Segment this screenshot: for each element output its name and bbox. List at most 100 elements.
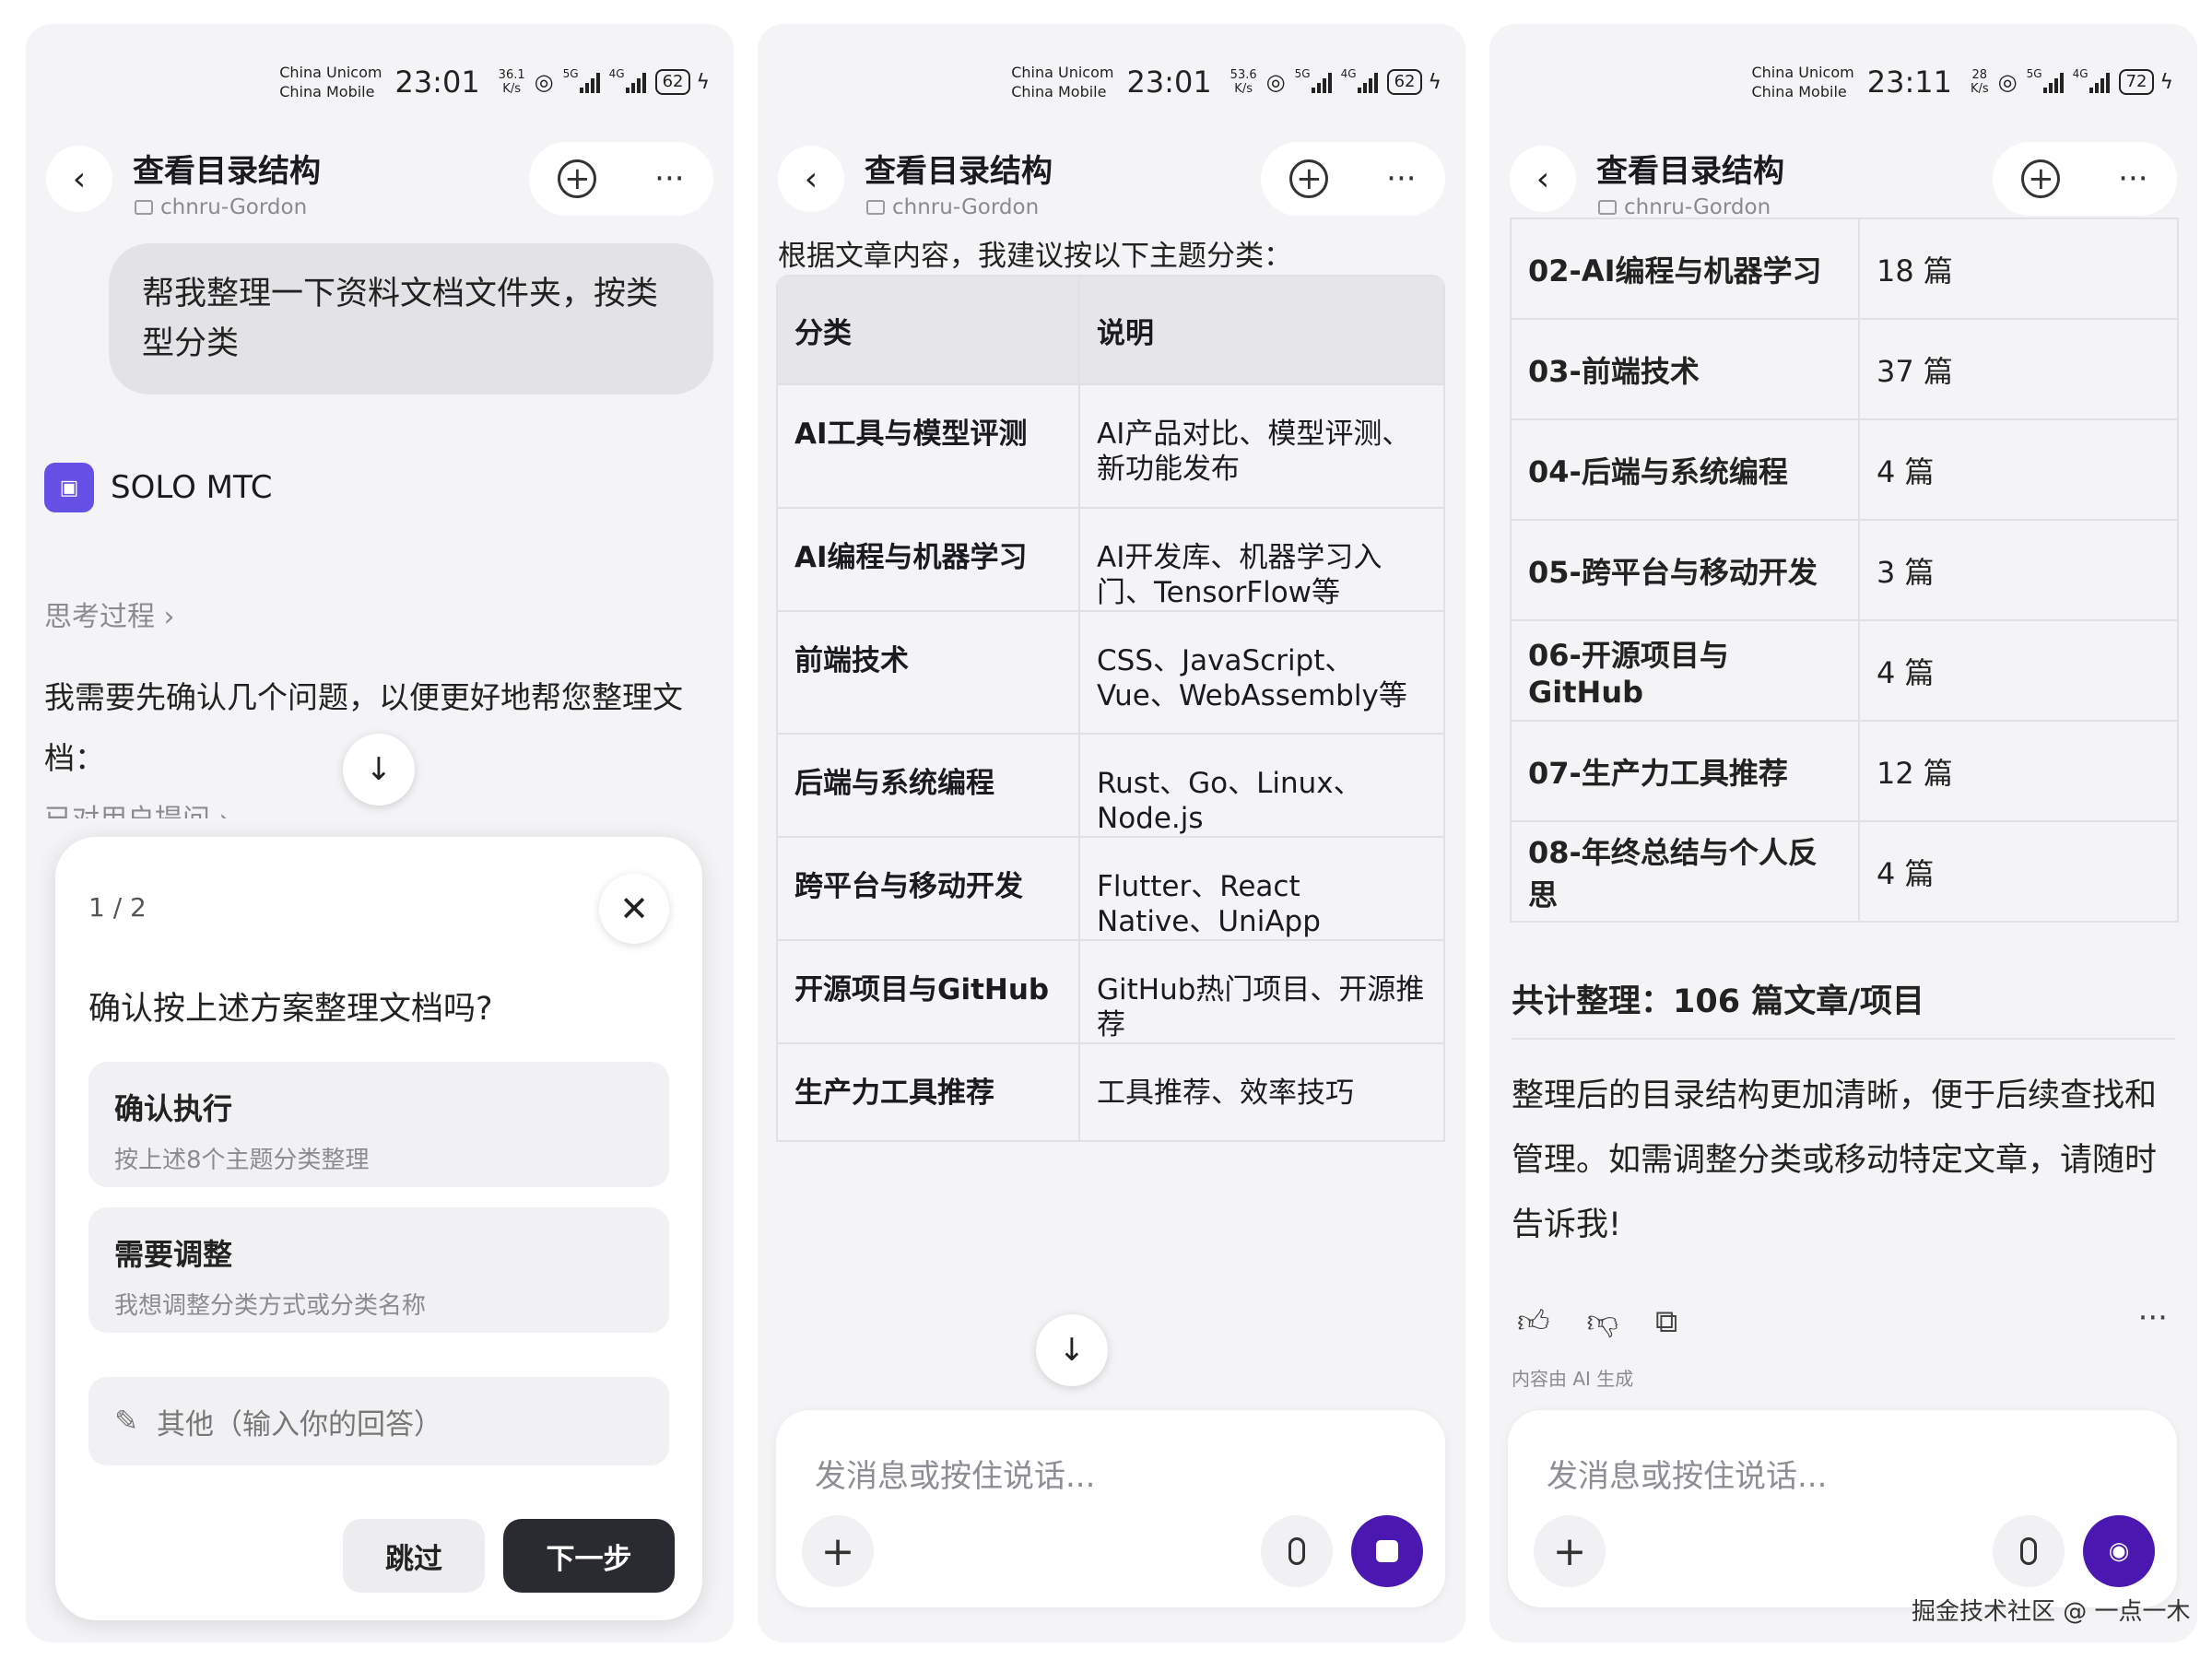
clock: 23:01 — [1126, 65, 1212, 100]
folder-icon — [135, 200, 153, 215]
carrier-top: China Unicom — [1011, 64, 1114, 81]
back-arrow-icon: ‹ — [72, 159, 87, 198]
message-actions: 👍︎ 👎︎ ⧉ — [1517, 1303, 1677, 1341]
description-cell: AI产品对比、模型评测、新功能发布 — [1078, 383, 1445, 509]
add-button[interactable]: + — [1534, 1515, 1606, 1587]
message-composer: 发消息或按住说话... + — [776, 1410, 1445, 1607]
article-count-cell: 4 篇 — [1858, 418, 2179, 521]
back-arrow-icon: ‹ — [1535, 159, 1550, 198]
description-cell: 工具推荐、效率技巧 — [1078, 1042, 1445, 1142]
signal-5g-icon: 5G — [2027, 67, 2064, 93]
category-cell: 前端技术 — [776, 610, 1080, 735]
voice-button[interactable] — [1261, 1515, 1333, 1587]
directory-name-cell: 05-跨平台与移动开发 — [1510, 519, 1860, 621]
phone-screen-1: China Unicom China Mobile 23:01 36.1 K/s ◎… — [26, 24, 734, 1642]
more-icon[interactable]: ··· — [654, 160, 684, 197]
net-speed: 36.1 — [498, 68, 525, 82]
column-header-category: 分类 — [776, 275, 1080, 385]
signal-4g-icon: 4G — [609, 67, 646, 93]
thumbs-down-icon[interactable]: 👎︎ — [1587, 1303, 1619, 1341]
back-button[interactable]: ‹ — [1510, 146, 1576, 212]
header-actions: + ··· — [1261, 142, 1445, 216]
page-title: 查看目录结构 — [133, 153, 321, 190]
asked-user-toggle[interactable]: 已对用户提问 › — [44, 796, 230, 818]
battery-icon: 62 — [654, 69, 691, 95]
close-button[interactable]: ✕ — [599, 874, 669, 944]
hotspot-icon: ◎ — [1997, 69, 2018, 95]
status-bar: China Unicom China Mobile 23:11 28 K/s ◎ 5… — [1751, 59, 2173, 105]
new-chat-icon[interactable]: + — [1289, 159, 1329, 198]
description-cell: AI开发库、机器学习入门、TensorFlow等 — [1078, 507, 1445, 612]
table-row: 跨平台与移动开发 Flutter、React Native、UniApp — [776, 836, 1445, 941]
voice-wave-icon: ◉ — [2108, 1537, 2130, 1565]
scroll-down-button[interactable]: ↓ — [343, 734, 415, 806]
new-chat-icon[interactable]: + — [558, 159, 597, 198]
back-button[interactable]: ‹ — [778, 146, 844, 212]
article-count-cell: 18 篇 — [1858, 218, 2179, 320]
category-cell: 跨平台与移动开发 — [776, 836, 1080, 941]
directory-name-cell: 06-开源项目与GitHub — [1510, 619, 1860, 722]
option-title: 需要调整 — [114, 1237, 233, 1272]
option-desc: 我想调整分类方式或分类名称 — [114, 1292, 427, 1320]
more-icon[interactable]: ··· — [2138, 1300, 2168, 1336]
category-table-container: 分类 说明 AI工具与模型评测 AI产品对比、模型评测、新功能发布 AI编程与机器学… — [776, 275, 1445, 1427]
directory-name-cell: 02-AI编程与机器学习 — [1510, 218, 1860, 320]
voice-button[interactable] — [1993, 1515, 2065, 1587]
suggestion-intro: 根据文章内容，我建议按以下主题分类： — [778, 240, 1292, 273]
thumbs-up-icon[interactable]: 👍︎ — [1517, 1303, 1550, 1341]
stop-icon — [1376, 1540, 1398, 1562]
message-input[interactable]: 发消息或按住说话... — [1547, 1451, 1827, 1496]
description-cell: GitHub热门项目、开源推荐 — [1078, 939, 1445, 1044]
table-row: 04-后端与系统编程 4 篇 — [1510, 418, 2179, 521]
new-chat-icon[interactable]: + — [2021, 159, 2061, 198]
category-table: 分类 说明 AI工具与模型评测 AI产品对比、模型评测、新功能发布 AI编程与机器学… — [776, 275, 1445, 1142]
more-icon[interactable]: ··· — [1386, 160, 1416, 197]
voice-chat-button[interactable]: ◉ — [2083, 1515, 2155, 1587]
option-adjust[interactable]: 需要调整 我想调整分类方式或分类名称 — [88, 1207, 669, 1333]
back-arrow-icon: ‹ — [804, 159, 818, 198]
more-icon[interactable]: ··· — [2118, 160, 2147, 197]
article-count-cell: 12 篇 — [1858, 720, 2179, 822]
net-speed-unit: K/s — [1970, 82, 1989, 96]
plus-icon: + — [1552, 1527, 1587, 1575]
plus-icon: + — [820, 1527, 855, 1575]
table-row: 07-生产力工具推荐 12 篇 — [1510, 720, 2179, 822]
clock: 23:01 — [394, 65, 480, 100]
other-answer-input[interactable]: ✎ 其他（输入你的回答） — [88, 1377, 669, 1465]
folder-icon — [866, 200, 885, 215]
message-input[interactable]: 发消息或按住说话... — [815, 1451, 1095, 1496]
dialog-question: 确认按上述方案整理文档吗? — [88, 991, 493, 1028]
directory-name-cell: 04-后端与系统编程 — [1510, 418, 1860, 521]
question-dialog: 1 / 2 ✕ 确认按上述方案整理文档吗? 确认执行 按上述8个主题分类整理 需… — [55, 837, 702, 1620]
directory-name-cell: 07-生产力工具推荐 — [1510, 720, 1860, 822]
thinking-process-toggle[interactable]: 思考过程 › — [44, 594, 175, 634]
hotspot-icon: ◎ — [534, 69, 554, 95]
table-row: 02-AI编程与机器学习 18 篇 — [1510, 218, 2179, 320]
table-row: 生产力工具推荐 工具推荐、效率技巧 — [776, 1042, 1445, 1142]
charging-icon: ϟ — [696, 70, 710, 94]
battery-icon: 62 — [1386, 69, 1423, 95]
table-row: 03-前端技术 37 篇 — [1510, 318, 2179, 420]
option-confirm[interactable]: 确认执行 按上述8个主题分类整理 — [88, 1062, 669, 1187]
copy-icon[interactable]: ⧉ — [1655, 1303, 1677, 1341]
scroll-down-icon: ↓ — [365, 751, 393, 788]
table-row: 开源项目与GitHub GitHub热门项目、开源推荐 — [776, 939, 1445, 1044]
directory-name-cell: 08-年终总结与个人反思 — [1510, 820, 1860, 923]
back-button[interactable]: ‹ — [46, 146, 112, 212]
bot-name: SOLO MTC — [111, 469, 273, 506]
signal-4g-icon: 4G — [2073, 67, 2110, 93]
user-message: 帮我整理一下资料文档文件夹，按类型分类 — [109, 243, 713, 394]
scroll-down-button[interactable]: ↓ — [1036, 1314, 1108, 1386]
status-bar: China Unicom China Mobile 23:01 53.6 K/s ◎… — [1011, 59, 1441, 105]
carrier-top: China Unicom — [1751, 64, 1854, 81]
header-actions: + ··· — [529, 142, 713, 216]
add-button[interactable]: + — [802, 1515, 874, 1587]
stop-button[interactable] — [1351, 1515, 1423, 1587]
phone-screen-2: China Unicom China Mobile 23:01 53.6 K/s ◎… — [758, 24, 1465, 1642]
watermark: 掘金技术社区 @ 一点一木 — [1912, 1598, 2191, 1626]
next-button[interactable]: 下一步 — [503, 1519, 675, 1593]
carrier-bottom: China Mobile — [1751, 83, 1847, 100]
signal-5g-icon: 5G — [1295, 67, 1332, 93]
skip-button[interactable]: 跳过 — [343, 1519, 485, 1593]
close-icon: ✕ — [619, 888, 649, 929]
